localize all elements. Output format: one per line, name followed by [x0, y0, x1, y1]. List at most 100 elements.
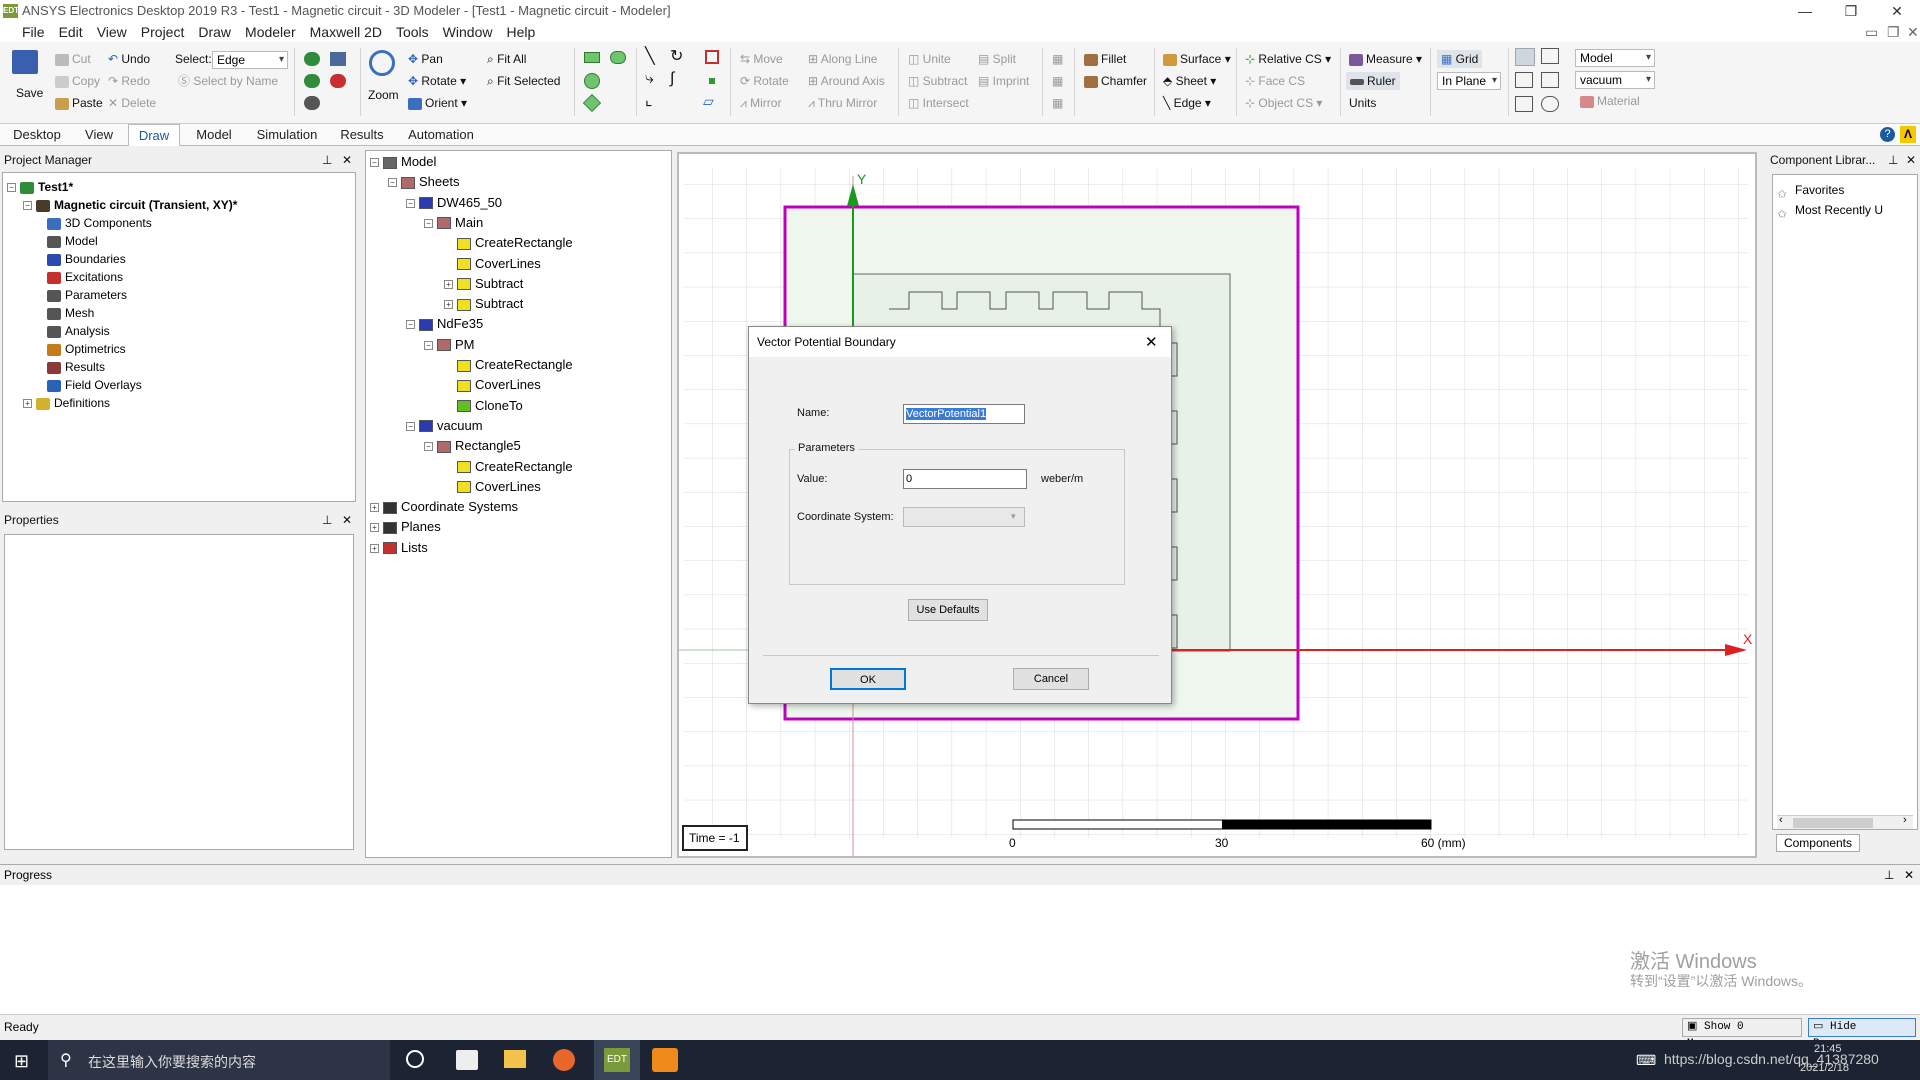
close-panel-icon[interactable]: ✕ — [1904, 865, 1914, 885]
collapse-icon[interactable]: − — [23, 201, 32, 211]
pin-icon[interactable]: ⊥ — [322, 150, 332, 170]
snap-icon-6[interactable] — [1541, 96, 1559, 112]
cortana-icon[interactable] — [406, 1050, 424, 1068]
material-button[interactable]: Material — [1580, 92, 1640, 110]
project-tree-item[interactable]: Results — [47, 358, 105, 376]
model-tree-item[interactable]: CloneTo — [444, 397, 523, 415]
keyboard-icon[interactable]: ⌨ — [1636, 1052, 1656, 1069]
model-tree-item[interactable]: − vacuum — [406, 417, 483, 435]
project-tree-item[interactable]: Field Overlays — [47, 376, 142, 394]
model-tree-item[interactable]: CreateRectangle — [444, 458, 573, 476]
menu-file[interactable]: File — [0, 22, 52, 42]
zoom-icon[interactable] — [369, 50, 395, 76]
surface-button[interactable]: Surface ▾ — [1163, 50, 1231, 68]
sweep-icon-2[interactable]: ▦ — [1052, 72, 1063, 90]
project-tree-item[interactable]: Mesh — [47, 304, 94, 322]
snap-icon-4[interactable] — [1541, 72, 1559, 88]
subtract-button[interactable]: ◫ Subtract — [908, 72, 967, 90]
delete-button[interactable]: ✕ Delete — [108, 94, 156, 112]
menu-view[interactable]: View — [90, 22, 134, 42]
snap-icon-3[interactable] — [1515, 72, 1533, 88]
draw-plane-icon[interactable]: ⏥ — [703, 92, 714, 110]
view-tool-icon-1[interactable] — [304, 52, 320, 66]
model-tree-item[interactable]: − Rectangle5 — [424, 437, 521, 455]
grid-button[interactable]: ▦ Grid — [1437, 50, 1483, 68]
model-tree-item[interactable]: CoverLines — [444, 255, 541, 273]
pan-button[interactable]: ✥ Pan — [408, 50, 443, 68]
model-tree-item[interactable]: + Subtract — [444, 275, 523, 293]
model-tree-item[interactable]: − PM — [424, 336, 475, 354]
menu-modeler[interactable]: Modeler — [238, 22, 303, 42]
snap-icon-2[interactable] — [1541, 48, 1559, 64]
model-tree-item[interactable]: CreateRectangle — [444, 356, 573, 374]
pin-icon[interactable]: ⊥ — [322, 510, 332, 530]
use-defaults-button[interactable]: Use Defaults — [908, 599, 988, 621]
taskbar-search-box[interactable]: ⚲ 在这里输入你要搜索的内容 — [48, 1040, 390, 1080]
collapse-icon[interactable]: − — [406, 421, 415, 431]
units-button[interactable]: Units — [1349, 94, 1376, 112]
draw-equation-curve-icon[interactable]: ∫ — [670, 70, 674, 88]
sheet-button[interactable]: ⬘ Sheet ▾ — [1163, 72, 1216, 90]
collapse-icon[interactable]: − — [7, 183, 16, 193]
model-tree-item[interactable]: + Lists — [370, 539, 428, 557]
name-field[interactable]: VectorPotential1 — [903, 404, 1025, 424]
pin-icon[interactable]: ⊥ — [1884, 865, 1894, 885]
along-line-button[interactable]: ⊞ Along Line — [808, 50, 877, 68]
around-axis-button[interactable]: ⊞ Around Axis — [808, 72, 885, 90]
model-tree-item[interactable]: CreateRectangle — [444, 234, 573, 252]
menu-draw[interactable]: Draw — [191, 22, 238, 42]
project-tree-item[interactable]: Excitations — [47, 268, 123, 286]
material-combo[interactable]: vacuum — [1575, 71, 1655, 89]
face-cs-button[interactable]: ⊹ Face CS — [1245, 72, 1305, 90]
close-panel-icon[interactable]: ✕ — [342, 510, 352, 530]
select-by-name-button[interactable]: Ⓢ Select by Name — [178, 72, 278, 90]
scroll-left-icon[interactable]: ‹ — [1779, 814, 1783, 826]
model-tree-item[interactable]: + Subtract — [444, 295, 523, 313]
expand-icon[interactable]: + — [370, 523, 379, 533]
draw-polyline-icon[interactable]: ⌞ — [645, 92, 653, 110]
menu-help[interactable]: Help — [499, 22, 542, 42]
draw-ellipse-icon[interactable] — [610, 51, 626, 64]
expand-icon[interactable]: + — [444, 300, 453, 310]
undo-button[interactable]: ↶ Undo — [108, 50, 150, 68]
scrollbar-thumb[interactable] — [1793, 818, 1873, 828]
draw-line-icon[interactable]: ╲ — [645, 48, 655, 66]
draw-box-icon[interactable] — [705, 50, 719, 64]
library-item-recent[interactable]: ✩ Most Recently U — [1777, 201, 1883, 221]
pin-icon[interactable]: ⊥ — [1888, 150, 1898, 170]
collapse-icon[interactable]: − — [370, 158, 379, 168]
project-tree-item[interactable]: Analysis — [47, 322, 110, 340]
draw-spline-icon[interactable]: ⤷ — [645, 70, 654, 88]
tab-view[interactable]: View — [74, 124, 124, 146]
tab-results[interactable]: Results — [332, 124, 392, 146]
close-panel-icon[interactable]: ✕ — [342, 150, 352, 170]
tab-automation[interactable]: Automation — [402, 124, 480, 146]
tab-desktop[interactable]: Desktop — [6, 124, 68, 146]
draw-polygon-icon[interactable] — [582, 93, 602, 113]
model-tree-item[interactable]: CoverLines — [444, 376, 541, 394]
close-window-button[interactable]: ✕ — [1874, 0, 1920, 22]
restore-button[interactable]: ❐ — [1828, 0, 1874, 22]
draw-point-icon[interactable] — [709, 78, 715, 84]
zoom-button[interactable]: Zoom — [368, 86, 399, 104]
sweep-icon-3[interactable]: ▦ — [1052, 94, 1063, 112]
windows-start-icon[interactable]: ⊞ — [14, 1051, 29, 1072]
model-tree-item[interactable]: − DW465_50 — [406, 194, 502, 212]
collapse-icon[interactable]: − — [424, 340, 433, 350]
collapse-icon[interactable]: − — [406, 198, 415, 208]
save-button[interactable]: Save — [16, 84, 43, 102]
hide-progress-button[interactable]: ▭ Hide Progress — [1808, 1018, 1916, 1050]
scroll-right-icon[interactable]: › — [1903, 814, 1907, 826]
horizontal-scrollbar[interactable]: ‹ › — [1777, 814, 1913, 829]
expand-icon[interactable]: + — [23, 399, 32, 409]
close-panel-icon[interactable]: ✕ — [1906, 150, 1916, 170]
orient-button[interactable]: Orient ▾ — [408, 94, 467, 112]
tab-model[interactable]: Model — [186, 124, 242, 146]
redo-button[interactable]: ↷ Redo — [108, 72, 150, 90]
rotate-object-button[interactable]: ⟳ Rotate — [740, 72, 789, 90]
expand-icon[interactable]: + — [444, 279, 453, 289]
paste-button[interactable]: Paste — [55, 94, 103, 112]
coordinate-system-select[interactable] — [903, 507, 1025, 527]
model-tree-item[interactable]: − Main — [424, 214, 483, 232]
model-tree-item[interactable]: − Sheets — [388, 173, 459, 191]
